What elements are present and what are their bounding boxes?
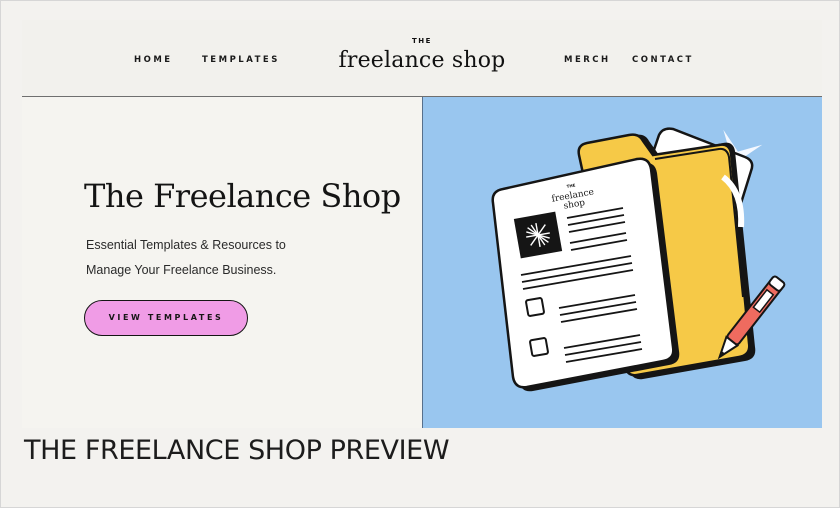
site-logo[interactable]: freelance shop — [22, 48, 822, 73]
website-preview: HOME TEMPLATES THE freelance shop MERCH … — [22, 20, 822, 428]
documents-illustration: THE freelance shop — [491, 127, 786, 392]
front-paper: THE freelance shop — [491, 157, 675, 389]
starburst-icon — [513, 211, 563, 259]
view-templates-button[interactable]: VIEW TEMPLATES — [84, 300, 248, 336]
hero-subtitle: Essential Templates & Resources to Manag… — [86, 233, 386, 283]
hero-subtitle-line-1: Essential Templates & Resources to — [86, 238, 286, 252]
preview-caption: THE FREELANCE SHOP PREVIEW — [24, 435, 450, 466]
hero-text-panel: The Freelance Shop Essential Templates &… — [22, 97, 422, 428]
hero-title: The Freelance Shop — [84, 177, 401, 215]
nav-merch[interactable]: MERCH — [564, 55, 611, 65]
nav-contact[interactable]: CONTACT — [632, 55, 694, 65]
hero-subtitle-line-2: Manage Your Freelance Business. — [86, 263, 277, 277]
hero-illustration-panel: THE freelance shop — [422, 97, 822, 428]
page-frame: HOME TEMPLATES THE freelance shop MERCH … — [0, 0, 840, 508]
logo-the[interactable]: THE — [22, 37, 822, 45]
site-header: HOME TEMPLATES THE freelance shop MERCH … — [22, 20, 822, 97]
